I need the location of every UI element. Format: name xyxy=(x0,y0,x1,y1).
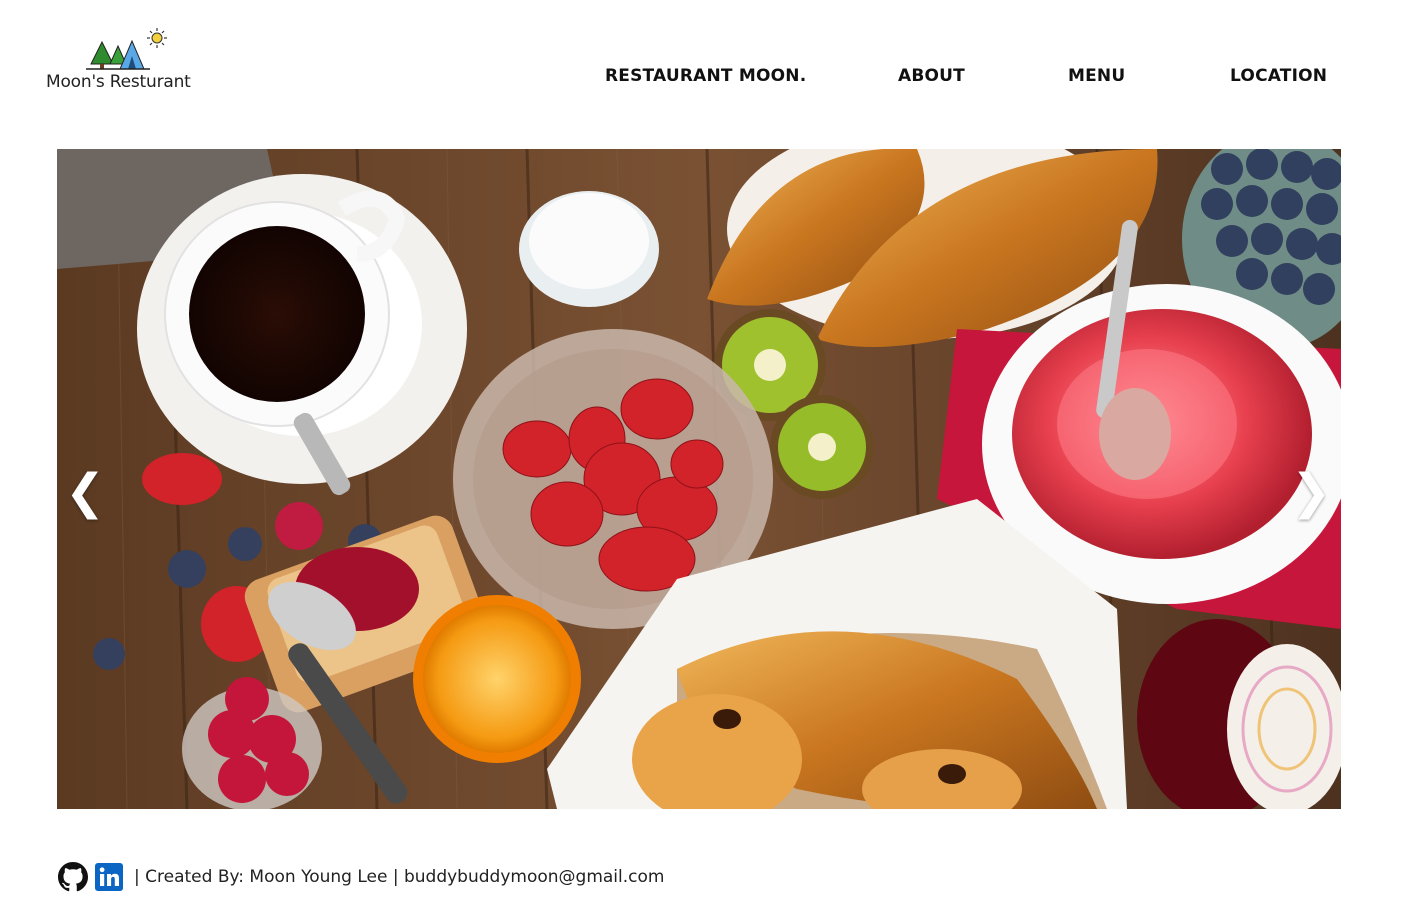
nav-about[interactable]: ABOUT xyxy=(898,66,965,86)
linkedin-icon[interactable] xyxy=(94,862,124,892)
carousel-next-button[interactable]: ❯ xyxy=(1291,467,1331,517)
breakfast-table-photo xyxy=(57,149,1341,809)
nav-location[interactable]: LOCATION xyxy=(1230,66,1327,86)
main-nav: RESTAURANT MOON. ABOUT MENU LOCATION xyxy=(0,66,1426,92)
nav-restaurant-moon[interactable]: RESTAURANT MOON. xyxy=(605,66,806,86)
github-icon[interactable] xyxy=(58,862,88,892)
hero-carousel: ❮ ❯ xyxy=(57,149,1341,809)
footer: | Created By: Moon Young Lee | buddybudd… xyxy=(58,860,664,894)
carousel-prev-button[interactable]: ❮ xyxy=(65,467,105,517)
footer-credits: | Created By: Moon Young Lee | buddybudd… xyxy=(134,867,665,887)
nav-menu[interactable]: MENU xyxy=(1068,66,1125,86)
